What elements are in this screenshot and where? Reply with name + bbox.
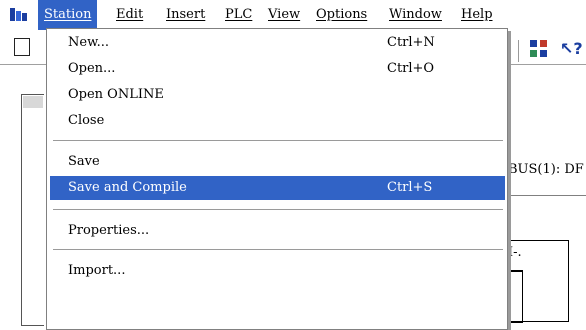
bus-label: BUS(1): DF [508,162,584,177]
menu-item-shortcut: Ctrl+N [387,35,435,50]
menu-item-label: Import... [68,263,126,278]
menu-help[interactable]: Help [455,0,499,30]
menu-item-new[interactable]: New... Ctrl+N [50,31,505,55]
menu-item-label: Properties... [68,223,150,238]
menu-insert[interactable]: Insert [160,0,211,30]
menu-edit[interactable]: Edit [110,0,149,30]
menu-separator [53,209,503,211]
menu-item-import[interactable]: Import... [50,259,505,283]
menu-item-label: New... [68,35,110,50]
menu-item-save-and-compile[interactable]: Save and Compile Ctrl+S [50,176,505,200]
menu-item-label: Open... [68,61,116,76]
station-window-frame [21,94,44,326]
network-view-icon[interactable] [530,40,548,58]
divider [508,195,586,196]
menu-item-label: Save [68,154,100,169]
menu-separator [53,140,503,142]
menu-item-properties[interactable]: Properties... [50,219,505,243]
menu-item-shortcut: Ctrl+S [387,180,433,195]
module-slot [508,270,523,323]
menu-options[interactable]: Options [310,0,373,30]
menu-item-shortcut: Ctrl+O [387,61,435,76]
menu-item-label: Open ONLINE [68,87,164,102]
app-icon[interactable] [10,8,28,21]
menu-window[interactable]: Window [383,0,448,30]
menu-bar: Station Edit Insert PLC View Options Win… [0,0,586,31]
menu-item-label: Close [68,113,105,128]
menu-item-label: Save and Compile [68,180,187,195]
help-pointer-icon[interactable]: ↖? [560,40,586,58]
module-box-label: I-. [508,245,522,260]
menu-station[interactable]: Station [38,0,98,30]
menu-item-close[interactable]: Close [50,109,505,133]
menu-item-save[interactable]: Save [50,150,505,174]
menu-item-open-online[interactable]: Open ONLINE [50,83,505,107]
new-file-icon[interactable] [14,38,30,56]
menu-plc[interactable]: PLC [219,0,258,30]
station-window-titlebar[interactable] [23,96,43,108]
toolbar-separator [518,40,519,62]
menu-item-open[interactable]: Open... Ctrl+O [50,57,505,81]
menu-separator [53,249,503,251]
menu-view[interactable]: View [262,0,306,30]
station-menu-dropdown: New... Ctrl+N Open... Ctrl+O Open ONLINE… [46,28,508,330]
